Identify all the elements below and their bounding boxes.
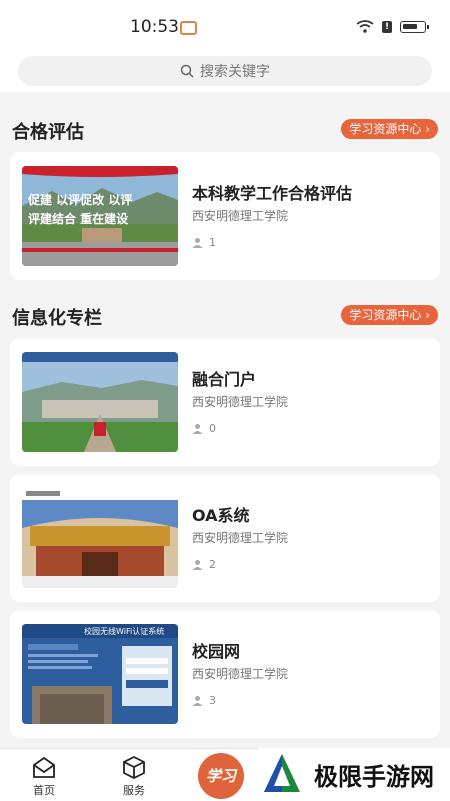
tab-services[interactable]: 服务 xyxy=(104,755,164,798)
tab-label: 服务 xyxy=(123,784,145,797)
section-title-assessment: 合格评估 xyxy=(12,122,84,143)
card-assessment[interactable]: 促建 以评促改 以评 评建结合 重在建设 本科教学工作合格评估 西安明德理工学院… xyxy=(10,152,440,280)
search-input[interactable]: 搜索关键字 xyxy=(18,56,432,86)
card-thumbnail: 促建 以评促改 以评 评建结合 重在建设 xyxy=(22,166,178,266)
thumb-wifi-title: 校园无线WiFi认证系统 xyxy=(84,626,164,636)
card-title: 校园网 xyxy=(192,642,241,661)
card-thumbnail xyxy=(22,488,178,588)
section-title-informatization: 信息化专栏 xyxy=(12,308,102,329)
card-subtitle: 西安明德理工学院 xyxy=(192,667,289,681)
user-icon xyxy=(192,696,203,706)
card-title: 本科教学工作合格评估 xyxy=(192,184,353,203)
card-subtitle: 西安明德理工学院 xyxy=(192,395,289,409)
card-campus-network[interactable]: 校园无线WiFi认证系统 校园网 西安明德理工学院 3 xyxy=(10,610,440,738)
watermark: 极限手游网 xyxy=(258,748,450,800)
card-view-count: 2 xyxy=(192,558,216,571)
system-icons: ! xyxy=(356,20,429,33)
user-icon xyxy=(192,424,203,434)
view-count-value: 1 xyxy=(209,236,216,249)
search-placeholder: 搜索关键字 xyxy=(200,64,270,80)
tab-label: 首页 xyxy=(33,784,55,797)
card-subtitle: 西安明德理工学院 xyxy=(192,209,289,223)
resource-center-link[interactable]: 学习资源中心 › xyxy=(341,305,438,325)
battery-icon xyxy=(400,20,429,33)
card-view-count: 1 xyxy=(192,236,216,249)
alert-icon: ! xyxy=(382,20,392,33)
thumb-slogan-2: 评建结合 重在建设 xyxy=(28,211,129,226)
card-view-count: 3 xyxy=(192,694,216,707)
wifi-icon xyxy=(356,20,374,33)
card-title: OA系统 xyxy=(192,506,250,525)
tab-home[interactable]: 首页 xyxy=(14,755,74,798)
study-icon[interactable]: 学习 xyxy=(198,753,244,799)
card-thumbnail: 校园无线WiFi认证系统 xyxy=(22,624,178,724)
message-notification-icon xyxy=(180,21,197,35)
resource-center-link[interactable]: 学习资源中心 › xyxy=(341,119,438,139)
view-count-value: 3 xyxy=(209,694,216,707)
card-portal[interactable]: 融合门户 西安明德理工学院 0 xyxy=(10,338,440,466)
box-icon xyxy=(123,755,145,779)
home-icon xyxy=(33,756,55,778)
user-icon xyxy=(192,238,203,248)
card-thumbnail xyxy=(22,352,178,452)
card-subtitle: 西安明德理工学院 xyxy=(192,531,289,545)
thumb-slogan-1: 促建 以评促改 以评 xyxy=(27,192,132,207)
card-oa-system[interactable]: OA系统 西安明德理工学院 2 xyxy=(10,474,440,602)
search-bar-container: 搜索关键字 xyxy=(0,50,450,92)
view-count-value: 0 xyxy=(209,422,216,435)
card-view-count: 0 xyxy=(192,422,216,435)
watermark-text: 极限手游网 xyxy=(314,761,434,791)
view-count-value: 2 xyxy=(209,558,216,571)
user-icon xyxy=(192,560,203,570)
search-icon xyxy=(180,64,194,78)
status-time: 10:53 xyxy=(130,17,179,37)
status-bar: 10:53 ! xyxy=(0,0,450,50)
watermark-logo-icon xyxy=(264,754,300,792)
card-title: 融合门户 xyxy=(192,370,257,389)
